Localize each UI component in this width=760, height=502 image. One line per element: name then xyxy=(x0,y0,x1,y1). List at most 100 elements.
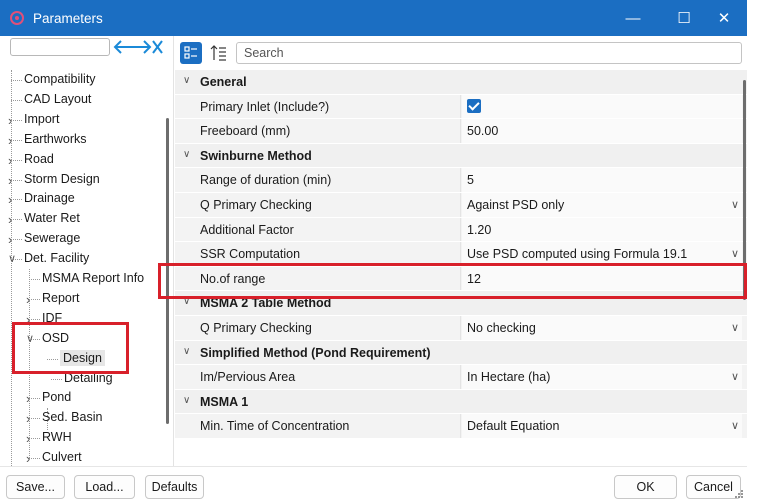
property-value-field[interactable]: 50.00 xyxy=(462,119,742,143)
grid-category-row[interactable]: ∨ General xyxy=(175,70,747,95)
property-name: Q Primary Checking xyxy=(175,193,461,217)
tree-item[interactable]: Design xyxy=(60,349,105,368)
grid-scrollbar[interactable] xyxy=(743,80,746,300)
tree-connector xyxy=(11,219,22,221)
tree-item[interactable]: Culvert xyxy=(42,448,82,467)
property-name: Freeboard (mm) xyxy=(175,119,461,143)
chevron-down-icon[interactable]: ∨ xyxy=(731,316,739,340)
collapse-chevron-icon[interactable]: ∨ xyxy=(183,149,190,160)
alphabetical-sort-icon xyxy=(210,45,226,61)
tree-item-label: Sewerage xyxy=(24,231,81,246)
grid-category-row[interactable]: ∨ Swinburne Method xyxy=(175,143,747,169)
defaults-button[interactable]: Defaults xyxy=(145,475,204,499)
property-value-field[interactable]: 5 xyxy=(462,168,742,192)
tree-item-label: Water Ret xyxy=(24,211,80,226)
save-button[interactable]: Save... xyxy=(6,475,65,499)
property-search-input[interactable] xyxy=(236,42,742,64)
close-button[interactable]: ✕ xyxy=(701,0,747,36)
tree-item-label: Compatibility xyxy=(24,72,96,86)
tree-item[interactable]: Storm Design xyxy=(24,170,100,189)
grid-property-row: Min. Time of Concentration Default Equati… xyxy=(175,414,747,439)
resize-grip-icon[interactable] xyxy=(734,489,744,499)
expand-collapse-arrow-icon[interactable] xyxy=(112,37,164,57)
tree-item[interactable]: Earthworks xyxy=(24,130,87,149)
tree-item[interactable]: Sewerage xyxy=(24,229,80,248)
grid-category-row[interactable]: ∨ Simplified Method (Pond Requirement) xyxy=(175,340,747,366)
window-edge xyxy=(747,0,760,502)
tree-item[interactable]: Report xyxy=(42,289,80,308)
tree-connector xyxy=(11,199,22,201)
collapse-chevron-icon[interactable]: ∨ xyxy=(183,75,190,86)
tree-guide-line xyxy=(47,408,48,430)
load-button[interactable]: Load... xyxy=(74,475,135,499)
categorized-view-button[interactable] xyxy=(180,42,202,64)
minimize-button[interactable]: — xyxy=(610,0,656,36)
collapse-chevron-icon[interactable]: ∨ xyxy=(183,296,190,307)
tree-item[interactable]: Det. Facility xyxy=(24,249,89,268)
tree-item[interactable]: Water Ret xyxy=(24,209,80,228)
tree-connector xyxy=(29,398,40,400)
tree-item[interactable]: CAD Layout xyxy=(24,90,91,109)
property-value-text: Against PSD only xyxy=(467,198,565,212)
grid-property-row: Primary Inlet (Include?) xyxy=(175,94,747,120)
chevron-down-icon[interactable]: ∨ xyxy=(731,365,739,389)
property-value-field[interactable]: 12 xyxy=(462,266,742,291)
grid-category-row[interactable]: ∨ MSMA 2 Table Method xyxy=(175,291,747,316)
collapse-chevron-icon[interactable]: ∨ xyxy=(183,395,190,406)
tree-filter-input[interactable] xyxy=(10,38,110,56)
tree-item-label: Report xyxy=(42,290,80,305)
tree-connector xyxy=(11,239,22,241)
tree-item-label: Detailing xyxy=(64,370,113,385)
title-bar: Parameters — ☐ ✕ xyxy=(0,0,747,36)
property-value-text: 12 xyxy=(467,271,481,286)
checkbox-checked[interactable] xyxy=(467,99,481,114)
tree-item[interactable]: Detailing xyxy=(64,369,113,388)
tree-item-label: OSD xyxy=(42,330,70,345)
category-label: MSMA 2 Table Method xyxy=(200,296,332,311)
tree-item-label: Det. Facility xyxy=(24,251,90,266)
tree-scrollbar[interactable] xyxy=(166,118,169,424)
chevron-down-icon[interactable]: ∨ xyxy=(731,414,739,438)
property-value-text: Use PSD computed using Formula 19.1 xyxy=(467,247,688,262)
collapse-chevron-icon[interactable]: ∨ xyxy=(26,332,34,345)
cancel-button[interactable]: Cancel xyxy=(686,475,741,499)
property-value-field[interactable]: 1.20 xyxy=(462,217,742,242)
tree-connector xyxy=(47,358,58,360)
property-value-dropdown[interactable]: Against PSD only ∨ xyxy=(462,193,742,217)
tree-connector xyxy=(11,159,22,161)
tree-connector xyxy=(11,179,22,181)
window-title: Parameters xyxy=(33,10,103,26)
property-grid: ∨ General Primary Inlet (Include?) Freeboar… xyxy=(175,70,747,440)
tree-connector xyxy=(11,119,22,121)
property-value-checkbox-cell[interactable] xyxy=(462,94,742,119)
tree-item[interactable]: RWH xyxy=(42,428,72,447)
tree-connector xyxy=(11,80,22,81)
property-value-dropdown[interactable]: In Hectare (ha) ∨ xyxy=(462,365,742,389)
tree-item[interactable]: MSMA Report Info xyxy=(42,269,144,288)
collapse-chevron-icon[interactable]: ∨ xyxy=(8,252,16,265)
property-name: Q Primary Checking xyxy=(175,316,461,340)
property-value-dropdown[interactable]: Use PSD computed using Formula 19.1 ∨ xyxy=(462,242,742,266)
tree-item[interactable]: Sed. Basin xyxy=(42,408,102,427)
tree-item-label: Pond xyxy=(42,390,72,405)
tree-item[interactable]: Pond xyxy=(42,388,71,407)
alphabetical-sort-button[interactable] xyxy=(208,42,230,64)
chevron-down-icon[interactable]: ∨ xyxy=(731,242,739,266)
categorized-view-icon xyxy=(184,46,197,59)
property-value-dropdown[interactable]: No checking ∨ xyxy=(462,316,742,340)
property-value-text: 1.20 xyxy=(467,222,492,237)
grid-property-row: Im/Pervious Area In Hectare (ha) ∨ xyxy=(175,365,747,390)
tree-item[interactable]: Drainage xyxy=(24,189,75,208)
tree-item[interactable]: Compatibility xyxy=(24,70,96,89)
tree-item[interactable]: Import xyxy=(24,110,59,129)
tree-item[interactable]: OSD xyxy=(42,329,69,348)
tree-item[interactable]: IDF xyxy=(42,309,62,328)
tree-item-label: Culvert xyxy=(42,450,82,465)
chevron-down-icon[interactable]: ∨ xyxy=(731,193,739,217)
tree-connector xyxy=(11,139,22,141)
tree-item[interactable]: Road xyxy=(24,150,54,169)
grid-category-row[interactable]: ∨ MSMA 1 xyxy=(175,389,747,415)
property-value-dropdown[interactable]: Default Equation ∨ xyxy=(462,414,742,438)
collapse-chevron-icon[interactable]: ∨ xyxy=(183,346,190,357)
ok-button[interactable]: OK xyxy=(614,475,677,499)
